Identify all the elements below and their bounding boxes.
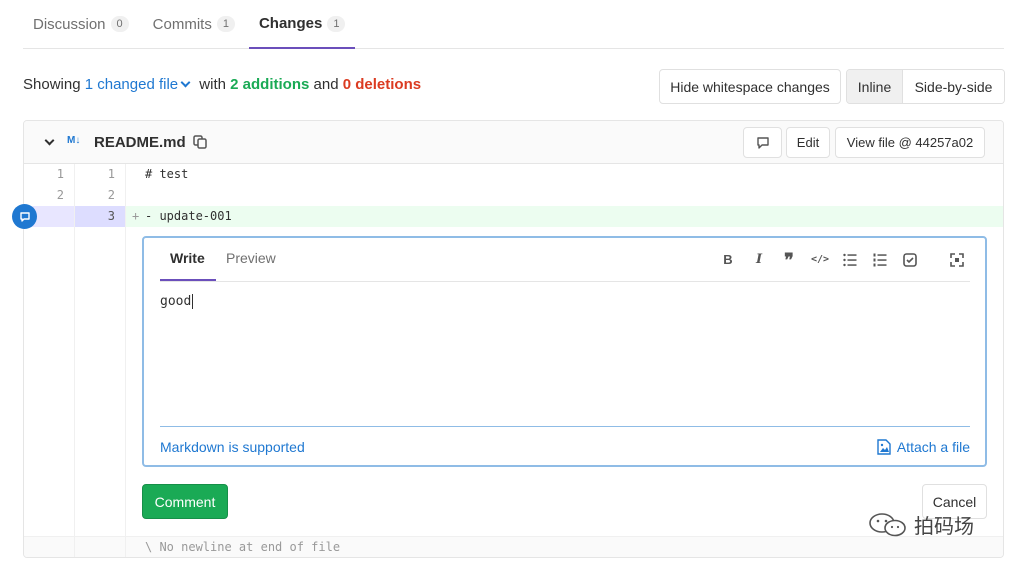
code-icon[interactable]: </> xyxy=(811,252,829,268)
summary-with: with xyxy=(199,76,226,93)
tab-changes[interactable]: Changes 1 xyxy=(248,0,356,49)
copy-icon[interactable] xyxy=(193,135,207,149)
toggle-comments-button[interactable] xyxy=(743,127,782,158)
text-cursor xyxy=(192,294,194,309)
chevron-down-icon xyxy=(180,77,191,88)
diff-line-added: 3 + - update-001 xyxy=(24,206,1003,227)
comment-text: good xyxy=(160,294,192,309)
inline-view-button[interactable]: Inline xyxy=(847,70,903,103)
comment-textarea[interactable]: good xyxy=(160,294,194,309)
tab-changes-count: 1 xyxy=(327,15,346,32)
gutter-old xyxy=(24,227,75,537)
italic-icon[interactable]: I xyxy=(751,252,767,268)
numbered-list-icon[interactable] xyxy=(872,252,888,268)
changed-files-dropdown[interactable]: 1 changed file xyxy=(85,76,195,93)
attach-file-label: Attach a file xyxy=(896,439,970,455)
editor-footer: Markdown is supported Attach a file xyxy=(160,426,970,455)
merge-request-tabs: Discussion 0 Commits 1 Changes 1 xyxy=(23,0,1004,49)
diff-line: 2 2 xyxy=(24,185,1003,206)
comment-icon xyxy=(756,136,769,149)
line-content: - update-001 xyxy=(145,209,232,223)
quote-icon[interactable]: ❞ xyxy=(781,251,797,269)
tab-discussion[interactable]: Discussion 0 xyxy=(23,0,139,48)
old-line-number xyxy=(24,537,75,557)
new-line-number[interactable]: 1 xyxy=(75,164,126,185)
tab-commits[interactable]: Commits 1 xyxy=(143,0,245,48)
collapse-chevron-icon[interactable] xyxy=(44,135,55,146)
diff-line: 1 1 # test xyxy=(24,164,1003,185)
bulleted-list-icon[interactable] xyxy=(842,252,858,268)
tab-write[interactable]: Write xyxy=(170,250,205,266)
tab-preview[interactable]: Preview xyxy=(226,250,276,266)
edit-file-button[interactable]: Edit xyxy=(786,127,830,158)
task-list-icon[interactable] xyxy=(902,252,918,268)
old-line-number[interactable]: 1 xyxy=(24,164,75,185)
file-name[interactable]: README.md xyxy=(94,134,186,151)
hide-whitespace-button[interactable]: Hide whitespace changes xyxy=(659,69,841,104)
new-line-number[interactable]: 2 xyxy=(75,185,126,206)
gutter-new xyxy=(75,227,126,537)
line-content: # test xyxy=(145,167,189,181)
comment-button[interactable]: Comment xyxy=(142,484,228,519)
no-newline-row: \ No newline at end of file xyxy=(24,536,1003,557)
watermark-text: 拍码场 xyxy=(914,514,974,538)
new-line-number xyxy=(75,537,126,557)
markdown-icon: M↓ xyxy=(67,135,81,146)
image-icon xyxy=(877,439,891,455)
summary-and: and xyxy=(313,76,339,93)
tab-commits-count: 1 xyxy=(216,16,235,32)
bold-icon[interactable]: B xyxy=(720,252,736,268)
tab-discussion-label: Discussion xyxy=(33,15,106,33)
active-tab-indicator xyxy=(160,279,216,281)
tab-changes-label: Changes xyxy=(258,15,323,32)
tab-commits-label: Commits xyxy=(152,15,212,33)
attach-file-button[interactable]: Attach a file xyxy=(877,439,970,455)
watermark: 拍码场 xyxy=(868,510,974,539)
summary-prefix: Showing xyxy=(23,76,81,93)
view-file-button[interactable]: View file @ 44257a02 xyxy=(835,127,985,158)
fullscreen-icon[interactable] xyxy=(949,252,965,268)
editor-tabs: Write Preview B I ❞ </> xyxy=(160,238,970,282)
diff-file-header: M↓ README.md Edit View file @ 44257a02 xyxy=(24,121,1003,164)
new-line-number[interactable]: 3 xyxy=(75,206,126,227)
tab-discussion-count: 0 xyxy=(110,16,129,32)
markdown-supported-link[interactable]: Markdown is supported xyxy=(160,439,305,455)
additions-count: 2 additions xyxy=(230,76,310,93)
no-newline-text: \ No newline at end of file xyxy=(145,540,341,554)
wechat-icon xyxy=(869,512,906,536)
changed-files-label: 1 changed file xyxy=(84,76,179,93)
comment-bubble-icon xyxy=(19,211,30,222)
old-line-number[interactable]: 2 xyxy=(24,185,75,206)
diff-view-toggle: Inline Side-by-side xyxy=(846,69,1005,104)
comment-editor: Write Preview B I ❞ </> good Markdown is… xyxy=(142,236,987,467)
side-by-side-view-button[interactable]: Side-by-side xyxy=(903,70,1004,103)
add-comment-icon[interactable] xyxy=(12,204,37,229)
diff-summary: Showing 1 changed file with 2 additions … xyxy=(23,76,421,93)
deletions-count: 0 deletions xyxy=(342,76,422,93)
